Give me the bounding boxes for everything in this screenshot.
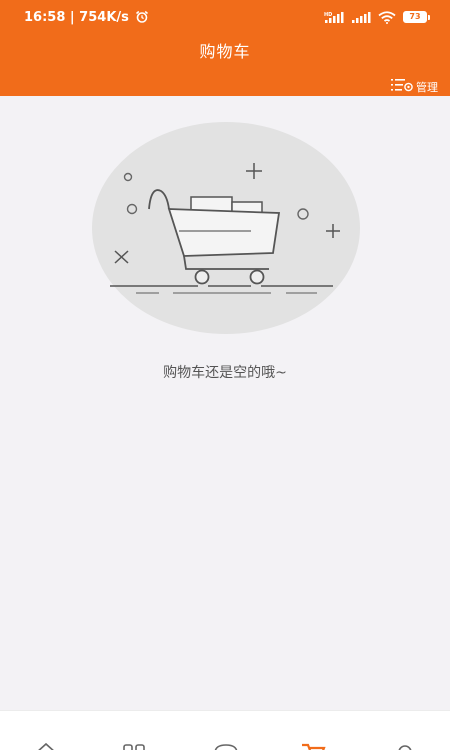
manage-list-icon (391, 78, 413, 95)
profile-icon (391, 741, 419, 750)
signal-icon (351, 11, 371, 23)
tab-cart[interactable] (300, 741, 328, 750)
tab-message[interactable] (212, 741, 240, 750)
tab-profile[interactable] (391, 741, 419, 750)
status-bar: 16:58 | 754K/s HD 73 (0, 0, 450, 34)
empty-cart-icon (91, 121, 361, 335)
home-icon (32, 741, 60, 750)
wifi-icon (378, 10, 396, 24)
battery-tip (428, 14, 430, 20)
battery-level: 73 (403, 11, 427, 23)
page-title: 购物车 (199, 42, 251, 61)
app-header: 购物车 管理 (0, 34, 450, 96)
alarm-icon (135, 10, 149, 24)
message-icon (212, 741, 240, 750)
status-right: HD 73 (324, 10, 430, 24)
manage-label: 管理 (416, 80, 438, 94)
status-left: 16:58 | 754K/s (24, 10, 149, 25)
tab-category[interactable] (121, 741, 149, 750)
cart-icon (300, 741, 328, 750)
hd-signal-icon: HD (324, 11, 344, 23)
bottom-tab-bar (0, 710, 450, 750)
category-icon (121, 741, 149, 750)
cart-content: 购物车还是空的哦~ (0, 96, 450, 710)
status-time-speed: 16:58 | 754K/s (24, 9, 129, 25)
svg-text:HD: HD (324, 12, 332, 18)
battery-icon: 73 (403, 11, 430, 23)
manage-button[interactable]: 管理 (391, 78, 438, 95)
tab-home[interactable] (32, 741, 60, 750)
empty-cart-message: 购物车还是空的哦~ (163, 365, 287, 381)
